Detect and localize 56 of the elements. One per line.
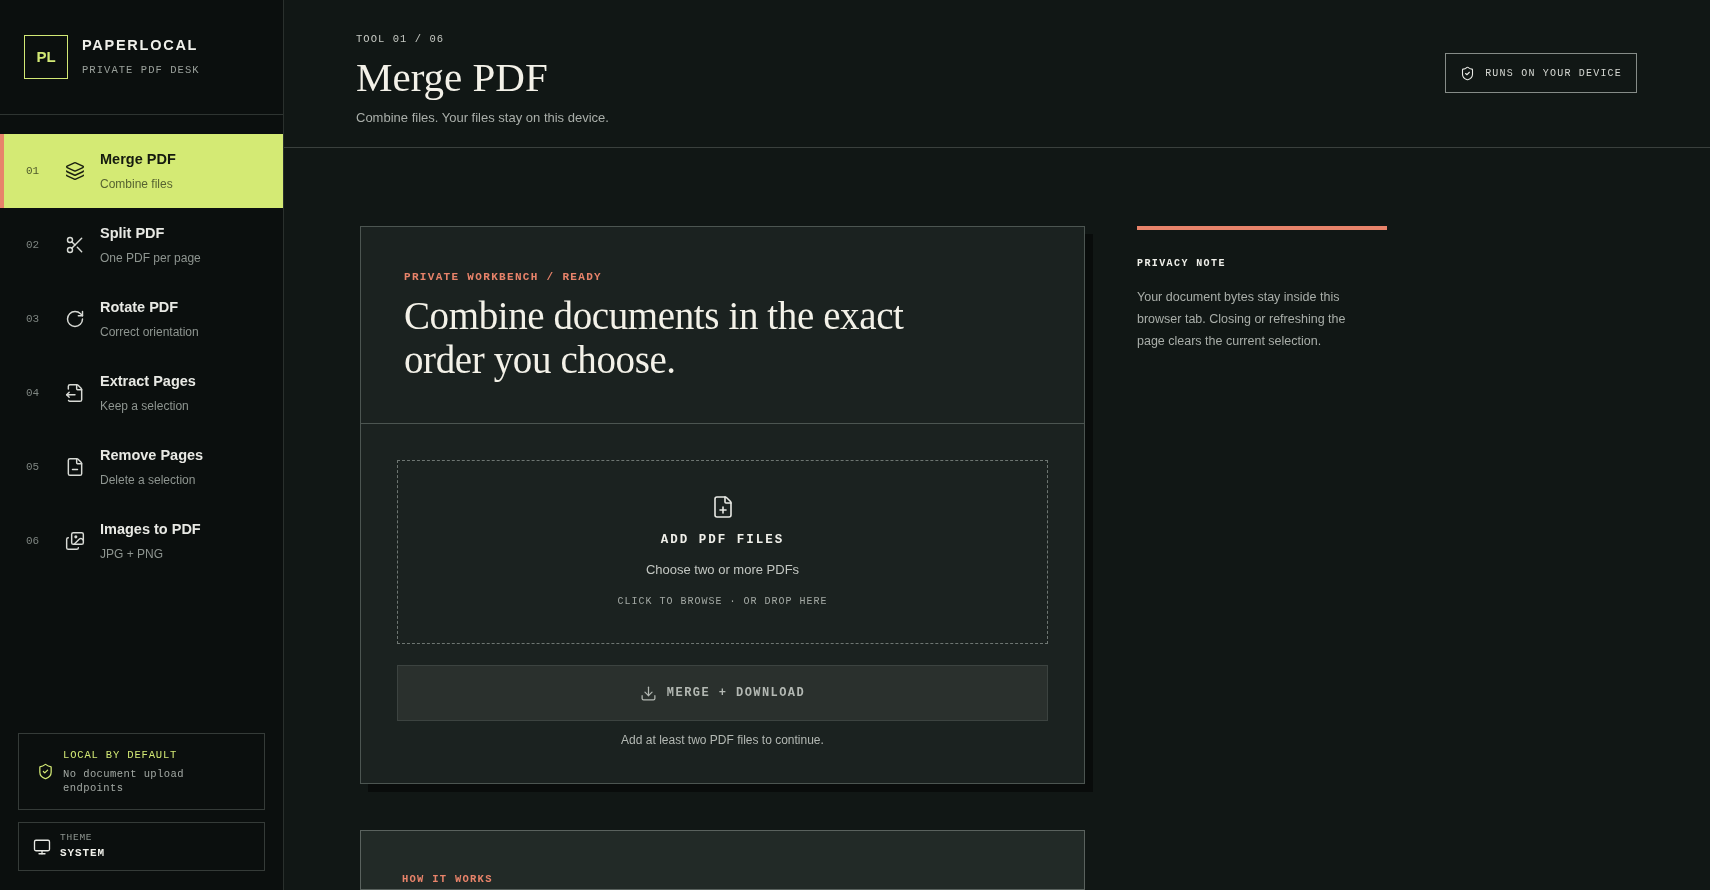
nav-subtitle: JPG + PNG — [100, 545, 164, 563]
images-icon — [65, 531, 85, 551]
dropzone-title: ADD PDF FILES — [660, 531, 785, 549]
theme-toggle[interactable]: THEME SYSTEM — [18, 822, 265, 871]
nav-item[interactable]: 04 Extract Pages Keep a selection — [0, 356, 283, 430]
privacy-note-title: PRIVACY NOTE — [1137, 257, 1226, 271]
file-arrow-icon — [65, 383, 85, 403]
nav-item[interactable]: 02 Split PDF One PDF per page — [0, 208, 283, 282]
workbench-headline: Combine documents in the exact order you choose. — [404, 293, 905, 382]
file-drop-zone[interactable]: ADD PDF FILES Choose two or more PDFs CLICK TO BROWSE · OR DROP HERE — [397, 460, 1048, 644]
nav-item[interactable]: 05 Remove Pages Delete a selection — [0, 430, 283, 504]
nav-subtitle: One PDF per page — [100, 249, 201, 267]
nav-number: 05 — [26, 459, 41, 475]
logo: PL — [24, 35, 68, 79]
shield-check-icon — [1460, 65, 1476, 81]
brand-tagline: PRIVATE PDF DESK — [82, 63, 200, 78]
file-minus-icon — [65, 457, 85, 477]
tool-counter: TOOL 01 / 06 — [356, 32, 445, 47]
monitor-icon — [33, 837, 51, 856]
nav-number: 03 — [26, 311, 41, 327]
how-it-works-label: HOW IT WORKS — [402, 873, 493, 885]
nav-subtitle: Combine files — [100, 175, 173, 193]
merge-hint: Add at least two PDF files to continue. — [621, 732, 824, 749]
brand-name: PAPERLOCAL — [82, 36, 199, 56]
nav-item[interactable]: 06 Images to PDF JPG + PNG — [0, 504, 283, 578]
theme-label: THEME — [60, 831, 93, 846]
nav-number: 06 — [26, 533, 41, 549]
nav-number: 02 — [26, 237, 41, 253]
dropzone-hint: CLICK TO BROWSE · OR DROP HERE — [617, 595, 828, 610]
page-subtitle: Combine files. Your files stay on this device. — [356, 108, 609, 127]
shield-check-icon — [37, 763, 54, 780]
scissors-icon — [65, 235, 85, 255]
nav-subtitle: Keep a selection — [100, 397, 189, 415]
workbench-status: PRIVATE WORKBENCH / READY — [404, 270, 603, 285]
local-card-text: No document upload endpoints — [63, 766, 185, 795]
rotate-icon — [65, 309, 85, 329]
privacy-note-text: Your document bytes stay inside this browser tab. Closing or refreshing the page clears the current selection. — [1137, 289, 1347, 350]
layers-icon — [65, 161, 85, 181]
nav-number: 04 — [26, 385, 41, 401]
nav-title: Rotate PDF — [100, 298, 179, 318]
local-card-title: LOCAL BY DEFAULT — [63, 748, 178, 764]
nav-title: Images to PDF — [100, 520, 201, 540]
badge-label: RUNS ON YOUR DEVICE — [1485, 66, 1622, 81]
nav-item[interactable]: 01 Merge PDF Combine files — [0, 134, 283, 208]
nav-item[interactable]: 03 Rotate PDF Correct orientation — [0, 282, 283, 356]
theme-value: SYSTEM — [60, 846, 105, 862]
download-icon — [639, 684, 657, 702]
nav-subtitle: Delete a selection — [100, 471, 196, 489]
nav-number: 01 — [26, 163, 41, 179]
nav-title: Split PDF — [100, 224, 165, 244]
nav-title: Remove Pages — [100, 446, 204, 466]
page-title: Merge PDF — [356, 52, 548, 101]
nav-title: Merge PDF — [100, 150, 176, 170]
nav-subtitle: Correct orientation — [100, 323, 199, 341]
nav-title: Extract Pages — [100, 372, 196, 392]
dropzone-text: Choose two or more PDFs — [645, 560, 800, 579]
